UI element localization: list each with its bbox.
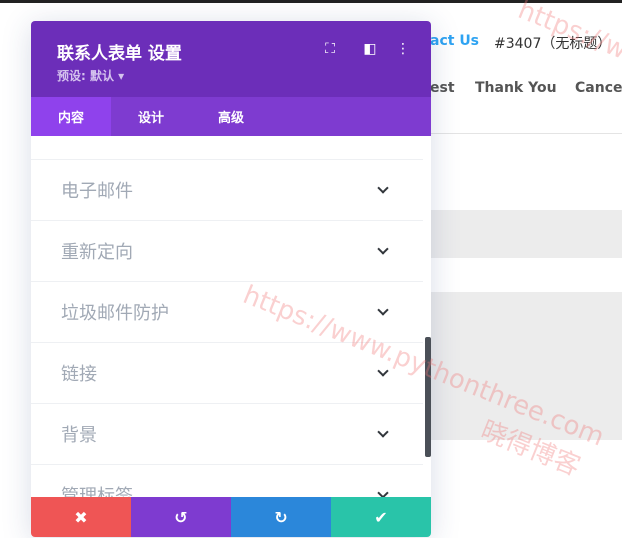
save-button[interactable]: ✔ bbox=[331, 497, 431, 537]
section-redirect[interactable]: 重新定向 bbox=[31, 220, 423, 281]
chevron-down-icon bbox=[377, 182, 389, 194]
close-icon: ✖ bbox=[74, 507, 88, 527]
chevron-down-icon bbox=[377, 426, 389, 438]
chevron-down-icon bbox=[377, 365, 389, 377]
list-item bbox=[31, 136, 423, 159]
section-spam-protection[interactable]: 垃圾邮件防护 bbox=[31, 281, 423, 342]
section-label: 垃圾邮件防护 bbox=[61, 303, 169, 324]
nav-link-test[interactable]: est bbox=[430, 80, 455, 96]
nav-link-thank-you[interactable]: Thank You bbox=[475, 80, 557, 96]
cancel-button[interactable]: ✖ bbox=[31, 497, 131, 537]
undo-button[interactable]: ↺ bbox=[131, 497, 231, 537]
settings-panel: 联系人表单 设置 预设: 默认 ▾ ⛶ ◧ ⋮ 内容 设计 高级 电子邮件 重新… bbox=[31, 21, 431, 537]
focus-icon[interactable]: ⛶ bbox=[322, 41, 338, 57]
panel-footer: ✖ ↺ ↻ ✔ bbox=[31, 497, 431, 537]
tab-bar: 内容 设计 高级 bbox=[31, 97, 431, 136]
panel-header[interactable]: 联系人表单 设置 预设: 默认 ▾ ⛶ ◧ ⋮ bbox=[31, 21, 431, 97]
preset-dropdown[interactable]: 预设: 默认 ▾ bbox=[57, 67, 124, 84]
nav-link-contact-us[interactable]: act Us bbox=[430, 33, 479, 49]
chevron-down-icon bbox=[377, 304, 389, 316]
form-placeholder bbox=[430, 292, 622, 440]
post-id: #3407（无标题） bbox=[494, 36, 612, 52]
check-icon: ✔ bbox=[374, 507, 388, 527]
chevron-down-icon bbox=[377, 243, 389, 255]
section-label: 链接 bbox=[61, 364, 97, 385]
section-email[interactable]: 电子邮件 bbox=[31, 159, 423, 220]
panel-title: 联系人表单 设置 bbox=[57, 44, 182, 64]
undo-icon: ↺ bbox=[174, 507, 188, 527]
tab-advanced[interactable]: 高级 bbox=[191, 97, 271, 136]
tab-content[interactable]: 内容 bbox=[31, 97, 111, 136]
settings-sections: 电子邮件 重新定向 垃圾邮件防护 链接 背景 管理标签 bbox=[31, 136, 423, 525]
section-label: 电子邮件 bbox=[61, 181, 133, 202]
scrollbar[interactable] bbox=[425, 337, 431, 457]
section-background[interactable]: 背景 bbox=[31, 403, 423, 464]
tab-design[interactable]: 设计 bbox=[111, 97, 191, 136]
more-vertical-icon[interactable]: ⋮ bbox=[395, 41, 411, 57]
form-placeholder bbox=[430, 210, 622, 258]
top-bar bbox=[0, 0, 622, 3]
section-link[interactable]: 链接 bbox=[31, 342, 423, 403]
redo-icon: ↻ bbox=[274, 507, 288, 527]
section-label: 背景 bbox=[61, 425, 97, 446]
section-label: 重新定向 bbox=[61, 242, 133, 263]
divider bbox=[430, 133, 622, 134]
nav-link-cancel[interactable]: Cancel bbox=[575, 80, 622, 96]
sidebar-layout-icon[interactable]: ◧ bbox=[362, 41, 378, 57]
redo-button[interactable]: ↻ bbox=[231, 497, 331, 537]
